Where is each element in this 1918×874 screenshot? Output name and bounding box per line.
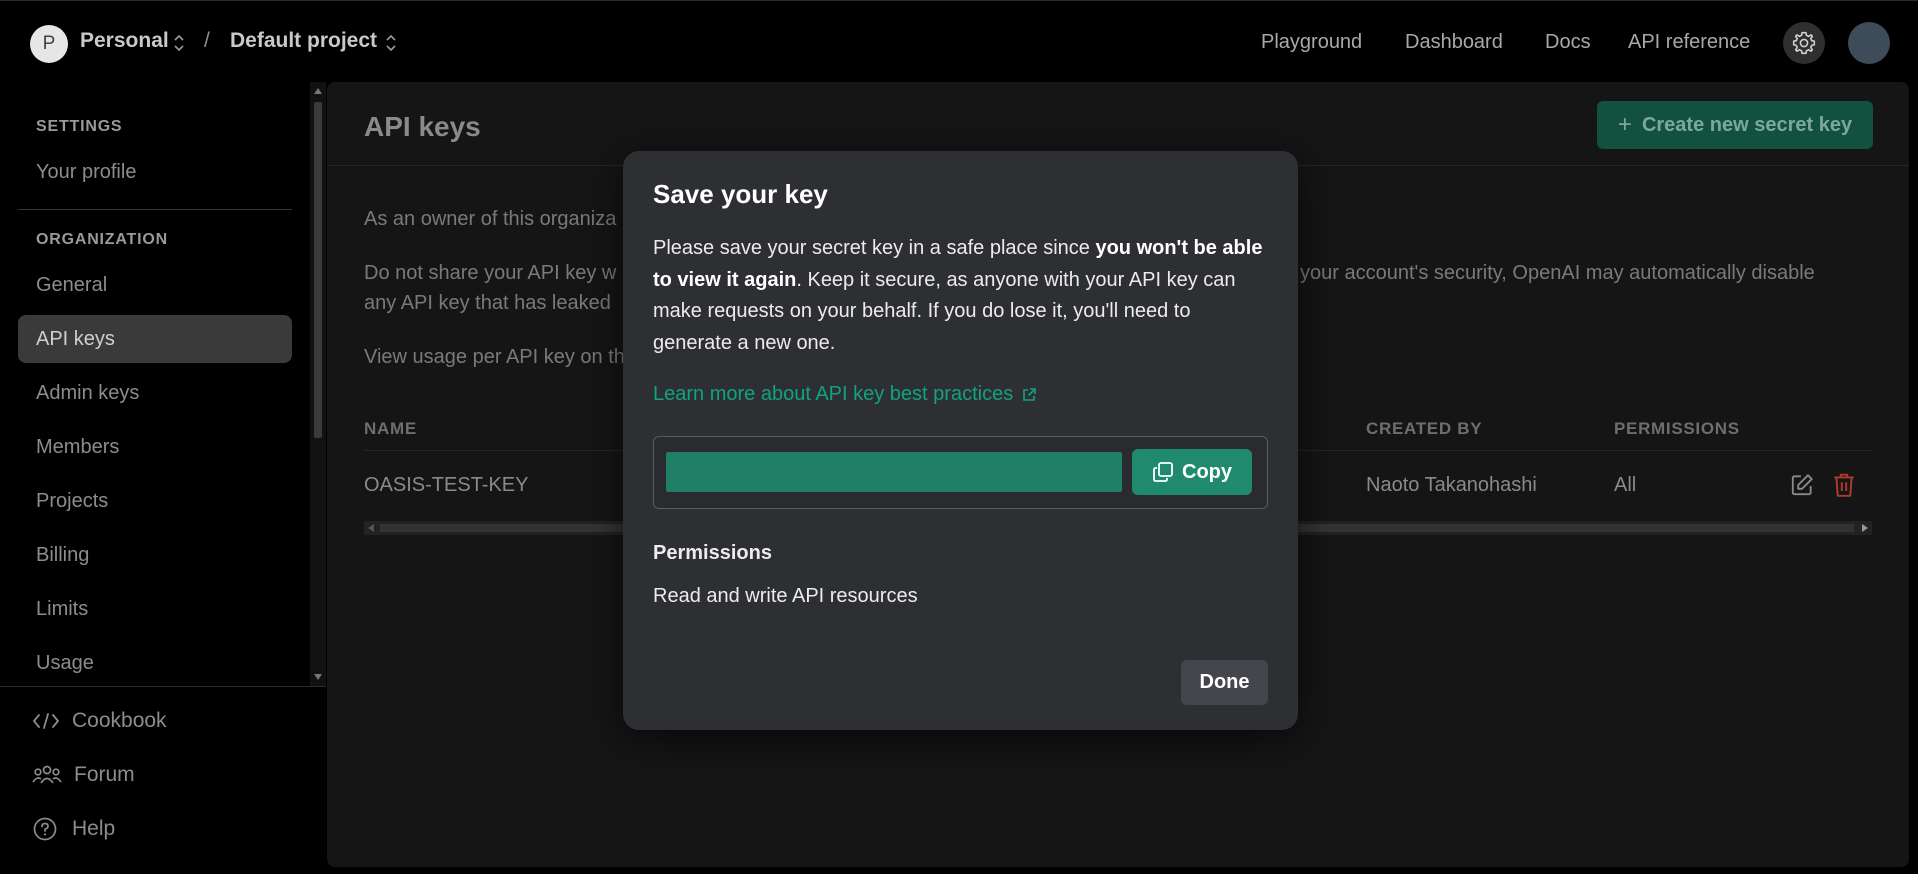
sidebar-item-admin-keys[interactable]: Admin keys — [18, 369, 292, 417]
org-avatar[interactable]: P — [30, 25, 68, 63]
organization-heading: ORGANIZATION — [36, 231, 168, 248]
sidebar-item-billing[interactable]: Billing — [18, 531, 292, 579]
footer-link-cookbook[interactable]: Cookbook — [32, 706, 167, 736]
people-icon — [32, 765, 62, 784]
column-header-created-by: CREATED BY — [1366, 419, 1483, 438]
create-secret-key-label: Create new secret key — [1641, 113, 1853, 136]
chevron-updown-icon[interactable] — [173, 32, 185, 54]
warning-text-line1: Do not share your API key w — [364, 262, 617, 284]
external-link-icon — [1023, 387, 1037, 401]
footer-link-help[interactable]: Help — [32, 814, 115, 844]
create-secret-key-button[interactable]: + Create new secret key — [1597, 101, 1873, 149]
sidebar-scrollbar[interactable] — [310, 82, 326, 686]
best-practices-link-label: Learn more about API key best practices — [653, 383, 1014, 405]
best-practices-link[interactable]: Learn more about API key best practices — [653, 383, 1037, 406]
sidebar: SETTINGS Your profile ORGANIZATION Gener… — [0, 82, 310, 686]
dialog-title: Save your key — [653, 179, 828, 209]
permissions-heading: Permissions — [653, 542, 772, 564]
dialog-message-start: Please save your secret key in a safe pl… — [653, 237, 1096, 259]
scroll-right-arrow-icon[interactable] — [1862, 524, 1868, 532]
copy-icon — [1153, 462, 1173, 482]
gear-icon — [1792, 31, 1816, 55]
permissions-value: Read and write API resources — [653, 585, 918, 607]
save-key-dialog: Save your key Please save your secret ke… — [623, 151, 1298, 730]
column-header-permissions: PERMISSIONS — [1614, 419, 1740, 438]
settings-button[interactable] — [1783, 22, 1825, 64]
scroll-left-arrow-icon[interactable] — [368, 524, 374, 532]
nav-dashboard[interactable]: Dashboard — [1405, 31, 1503, 54]
copy-button-label: Copy — [1182, 460, 1232, 483]
warning-text-line2: any API key that has leaked — [364, 292, 611, 314]
created-by-cell: Naoto Takanohashi — [1366, 474, 1537, 496]
sidebar-item-general[interactable]: General — [18, 261, 292, 309]
page-title: API keys — [364, 111, 481, 142]
done-button[interactable]: Done — [1181, 660, 1268, 705]
key-name-cell: OASIS-TEST-KEY — [364, 474, 529, 496]
scroll-down-arrow-icon[interactable] — [314, 674, 322, 680]
footer-cookbook-label: Cookbook — [72, 709, 167, 732]
dialog-message: Please save your secret key in a safe pl… — [653, 233, 1273, 359]
footer-help-label: Help — [72, 817, 116, 840]
scrollbar-thumb[interactable] — [314, 102, 322, 438]
secret-key-box: Copy — [653, 436, 1268, 509]
sidebar-item-usage[interactable]: Usage — [18, 639, 292, 687]
intro-text: As an owner of this organiza — [364, 208, 617, 230]
sidebar-footer: Cookbook Forum Help — [0, 686, 326, 874]
usage-text: View usage per API key on th — [364, 346, 625, 368]
warning-text-line1-right: your account's security, OpenAI may auto… — [1300, 262, 1815, 284]
user-avatar[interactable] — [1848, 22, 1890, 64]
edit-icon[interactable] — [1789, 472, 1815, 498]
help-circle-icon — [33, 817, 57, 841]
scroll-up-arrow-icon[interactable] — [314, 88, 322, 94]
column-header-name: NAME — [364, 419, 417, 438]
settings-heading: SETTINGS — [36, 118, 123, 135]
nav-api-reference[interactable]: API reference — [1628, 31, 1750, 54]
code-icon — [33, 713, 59, 729]
nav-playground[interactable]: Playground — [1261, 31, 1362, 54]
sidebar-item-projects[interactable]: Projects — [18, 477, 292, 525]
permissions-cell: All — [1614, 474, 1637, 496]
sidebar-item-limits[interactable]: Limits — [18, 585, 292, 633]
chevron-updown-icon[interactable] — [385, 32, 397, 54]
breadcrumb-separator: / — [204, 29, 210, 52]
plus-icon: + — [1617, 111, 1632, 138]
org-switcher[interactable]: Personal — [80, 29, 169, 53]
nav-docs[interactable]: Docs — [1545, 31, 1591, 54]
project-switcher[interactable]: Default project — [230, 29, 377, 53]
top-navigation-bar: P Personal / Default project Playground … — [0, 0, 1918, 82]
footer-forum-label: Forum — [74, 763, 135, 786]
footer-link-forum[interactable]: Forum — [32, 760, 135, 790]
sidebar-item-your-profile[interactable]: Your profile — [18, 148, 292, 196]
sidebar-item-api-keys[interactable]: API keys — [18, 315, 292, 363]
secret-key-field[interactable] — [666, 452, 1122, 492]
copy-key-button[interactable]: Copy — [1132, 449, 1252, 495]
sidebar-item-members[interactable]: Members — [18, 423, 292, 471]
sidebar-divider — [18, 209, 292, 210]
trash-icon[interactable] — [1832, 472, 1856, 498]
